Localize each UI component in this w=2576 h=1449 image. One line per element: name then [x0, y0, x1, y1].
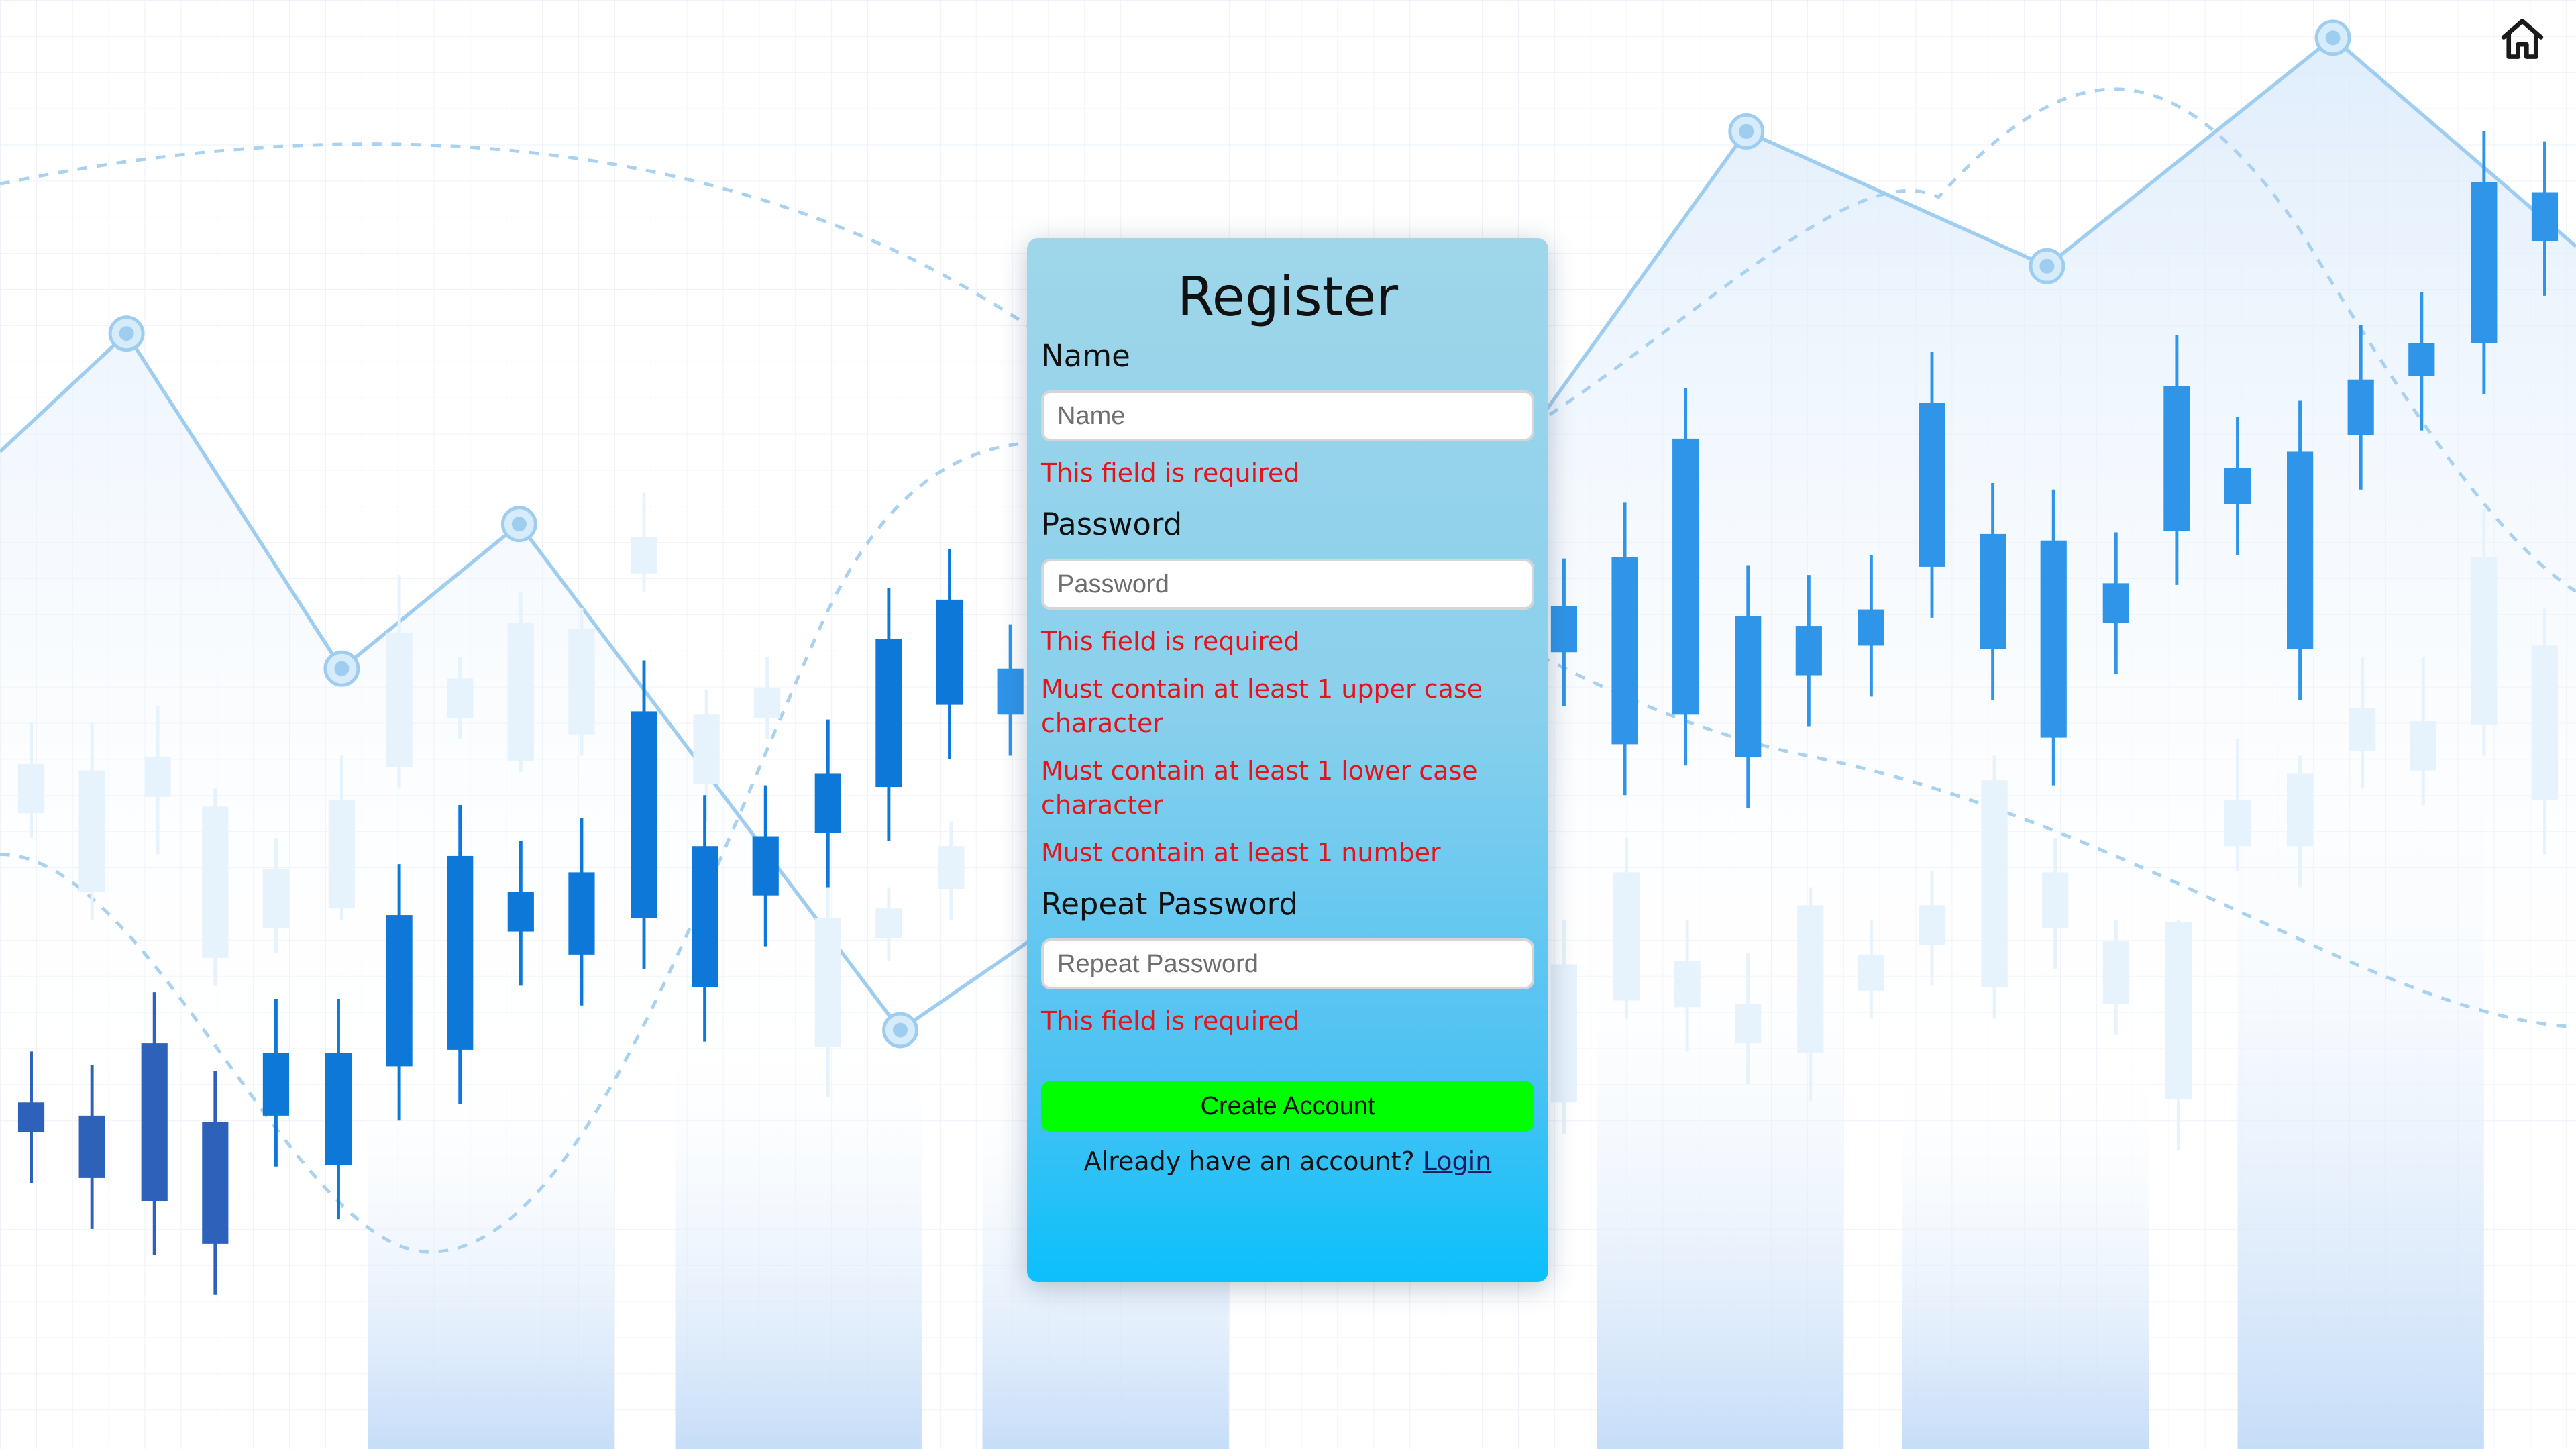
login-link[interactable]: Login [1423, 1146, 1492, 1176]
password-error-required: This field is required [1041, 627, 1300, 656]
repeat-password-label: Repeat Password [1041, 886, 1298, 922]
repeat-password-input[interactable] [1041, 938, 1534, 989]
password-label: Password [1041, 506, 1183, 542]
name-label: Name [1041, 338, 1130, 374]
password-error-uppercase: Must contain at least 1 upper case chara… [1041, 674, 1483, 738]
name-error-required: This field is required [1041, 458, 1300, 488]
home-icon [2501, 19, 2544, 59]
create-account-button[interactable]: Create Account [1041, 1081, 1534, 1132]
home-button[interactable] [2497, 13, 2548, 64]
name-input[interactable] [1041, 390, 1534, 441]
password-error-number: Must contain at least 1 number [1041, 838, 1441, 867]
login-prompt-text: Already have an account? [1083, 1146, 1415, 1176]
login-prompt: Already have an account? Login [1041, 1141, 1534, 1181]
page-title: Register [1177, 266, 1399, 328]
password-input[interactable] [1041, 559, 1534, 610]
register-card: Register Name This field is required Pas… [1027, 238, 1548, 1282]
repeat-password-error-required: This field is required [1041, 1006, 1300, 1036]
password-error-lowercase: Must contain at least 1 lower case chara… [1041, 756, 1478, 820]
